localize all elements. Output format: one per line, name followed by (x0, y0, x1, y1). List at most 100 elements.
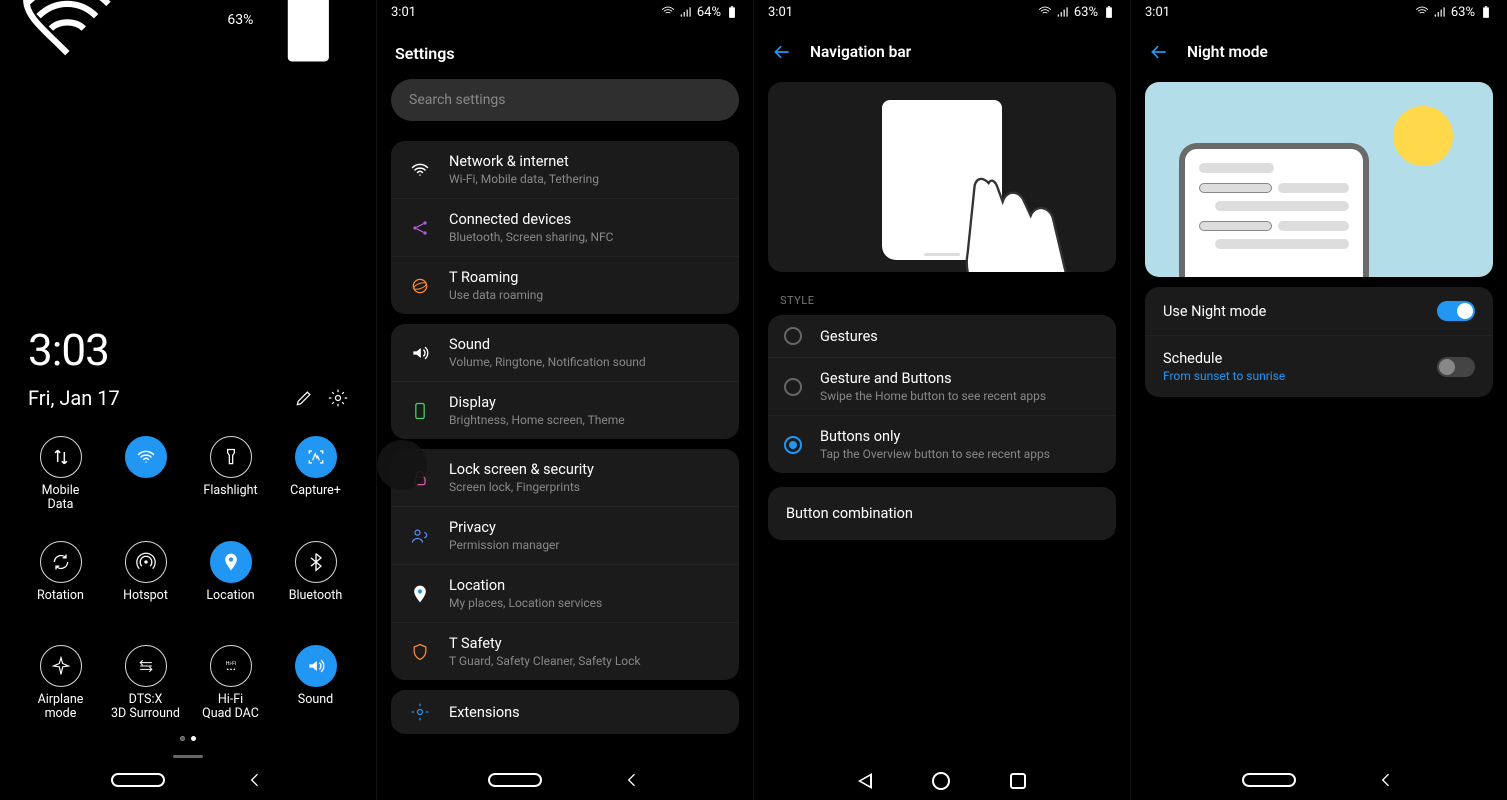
wifi-icon (125, 436, 167, 478)
back-arrow-icon[interactable] (1149, 42, 1169, 62)
toggle-switch[interactable] (1437, 301, 1475, 321)
qs-label: DTS:X3D Surround (111, 693, 180, 722)
button-combination-row[interactable]: Button combination (768, 487, 1116, 540)
row-title: Privacy (449, 519, 560, 536)
radio-button[interactable] (784, 436, 802, 454)
nav-bar (377, 770, 753, 790)
status-bar: 3:01 64% (377, 0, 753, 24)
qs-tile-bluetooth[interactable]: Bluetooth (273, 541, 358, 617)
row-subtitle: Volume, Ringtone, Notification sound (449, 355, 646, 369)
settings-row-lock[interactable]: Lock screen & securityScreen lock, Finge… (391, 449, 739, 506)
qs-tile-rotation[interactable]: Rotation (18, 541, 103, 617)
edit-icon[interactable] (294, 388, 314, 408)
qs-tile-hifi[interactable]: Hi-FiHi-FiQuad DAC (188, 645, 273, 722)
clock-time: 3:03 (28, 324, 348, 376)
display-icon (405, 401, 435, 421)
row-title: Lock screen & security (449, 461, 594, 478)
style-option[interactable]: Gesture and ButtonsSwipe the Home button… (768, 357, 1116, 415)
settings-list: 3:01 64% Settings Search settings Networ… (377, 0, 754, 800)
battery-percent: 63% (1074, 5, 1098, 20)
settings-row-ext[interactable]: Extensions (391, 690, 739, 734)
settings-row-privacy[interactable]: Privacy Permission manager (391, 506, 739, 564)
battery-icon (725, 5, 739, 19)
home-button[interactable] (1242, 773, 1296, 787)
search-placeholder: Search settings (409, 92, 506, 108)
svg-text:Hi-Fi: Hi-Fi (225, 661, 235, 667)
wifi-icon (661, 5, 675, 19)
row-title: Use Night mode (1163, 303, 1266, 320)
toggle-switch[interactable] (1437, 357, 1475, 377)
option-subtitle: Tap the Overview button to see recent ap… (820, 447, 1050, 461)
qs-tile-airplane[interactable]: Airplanemode (18, 645, 103, 722)
qs-label: MobileData (42, 484, 80, 513)
radio-button[interactable] (784, 378, 802, 396)
privacy-icon (405, 526, 435, 546)
status-time: 3:01 (768, 5, 793, 20)
clock-date: Fri, Jan 17 (28, 386, 120, 410)
home-button[interactable] (488, 773, 542, 787)
qs-tile-mobile-data[interactable]: MobileData (18, 436, 103, 513)
row-title: T Roaming (449, 269, 543, 286)
drag-handle[interactable] (173, 755, 203, 758)
settings-row-display[interactable]: DisplayBrightness, Home screen, Theme (391, 381, 739, 439)
style-option[interactable]: Gestures (768, 315, 1116, 357)
row-subtitle: Permission manager (449, 538, 560, 552)
roaming-icon (405, 276, 435, 296)
qs-label: Rotation (37, 589, 84, 617)
qs-tile-sound[interactable]: Sound (273, 645, 358, 722)
navigation-bar-settings: 3:01 63% Navigation bar STYLE GesturesGe… (754, 0, 1131, 800)
row-title: Sound (449, 336, 646, 353)
back-button[interactable] (858, 773, 872, 789)
bluetooth-icon (295, 541, 337, 583)
battery-percent: 63% (227, 12, 253, 28)
settings-row-wifi[interactable]: Network & internetWi-Fi, Mobile data, Te… (391, 141, 739, 198)
qs-tile-hotspot[interactable]: Hotspot (103, 541, 188, 617)
back-button[interactable] (622, 770, 642, 790)
page-indicator (0, 736, 376, 741)
qs-label: Airplanemode (38, 693, 84, 722)
gear-icon[interactable] (328, 388, 348, 408)
settings-row-roaming[interactable]: T RoamingUse data roaming (391, 256, 739, 314)
row-subtitle: From sunset to sunrise (1163, 369, 1285, 383)
qs-tile-capture[interactable]: Capture+ (273, 436, 358, 513)
qs-label: Capture+ (290, 484, 341, 512)
back-button[interactable] (245, 770, 265, 790)
qs-label: Location (206, 589, 254, 617)
qs-tile-dts[interactable]: DTS:X3D Surround (103, 645, 188, 722)
home-button[interactable] (932, 772, 950, 790)
home-button[interactable] (111, 773, 165, 787)
style-option[interactable]: Buttons onlyTap the Overview button to s… (768, 415, 1116, 473)
search-input[interactable]: Search settings (391, 79, 739, 121)
settings-row-location[interactable]: LocationMy places, Location services (391, 564, 739, 622)
qs-label: Sound (298, 693, 333, 721)
status-bar: 3:01 63% (1131, 0, 1507, 24)
row-title: Network & internet (449, 153, 599, 170)
nav-bar (1131, 770, 1507, 790)
row-title: Schedule (1163, 350, 1285, 367)
night-mode-row[interactable]: Use Night mode (1145, 287, 1493, 335)
settings-row-shield[interactable]: T SafetyT Guard, Safety Cleaner, Safety … (391, 622, 739, 680)
signal-icon (1056, 5, 1070, 19)
settings-row-sound[interactable]: Sound Volume, Ringtone, Notification soun… (391, 324, 739, 381)
quick-settings-panel: 63% 3:03 Fri, Jan 17 MobileData Flashligh… (0, 0, 377, 800)
signal-icon (1433, 5, 1447, 19)
qs-tile-flashlight[interactable]: Flashlight (188, 436, 273, 513)
battery-percent: 64% (697, 5, 721, 20)
qs-tile-wifi[interactable] (103, 436, 188, 513)
overview-button[interactable] (1010, 773, 1026, 789)
option-subtitle: Swipe the Home button to see recent apps (820, 389, 1046, 403)
page-title: Settings (377, 24, 753, 75)
radio-button[interactable] (784, 327, 802, 345)
row-subtitle: T Guard, Safety Cleaner, Safety Lock (449, 654, 641, 668)
back-button[interactable] (1376, 770, 1396, 790)
sun-icon (1393, 106, 1453, 166)
row-subtitle: Brightness, Home screen, Theme (449, 413, 625, 427)
night-mode-row[interactable]: Schedule From sunset to sunrise (1145, 335, 1493, 397)
sound-icon (295, 645, 337, 687)
back-arrow-icon[interactable] (772, 42, 792, 62)
location-icon (210, 541, 252, 583)
settings-row-share[interactable]: Connected devicesBluetooth, Screen shari… (391, 198, 739, 256)
mobile-data-icon (40, 436, 82, 478)
qs-tile-location[interactable]: Location (188, 541, 273, 617)
qs-label: Bluetooth (289, 589, 343, 617)
